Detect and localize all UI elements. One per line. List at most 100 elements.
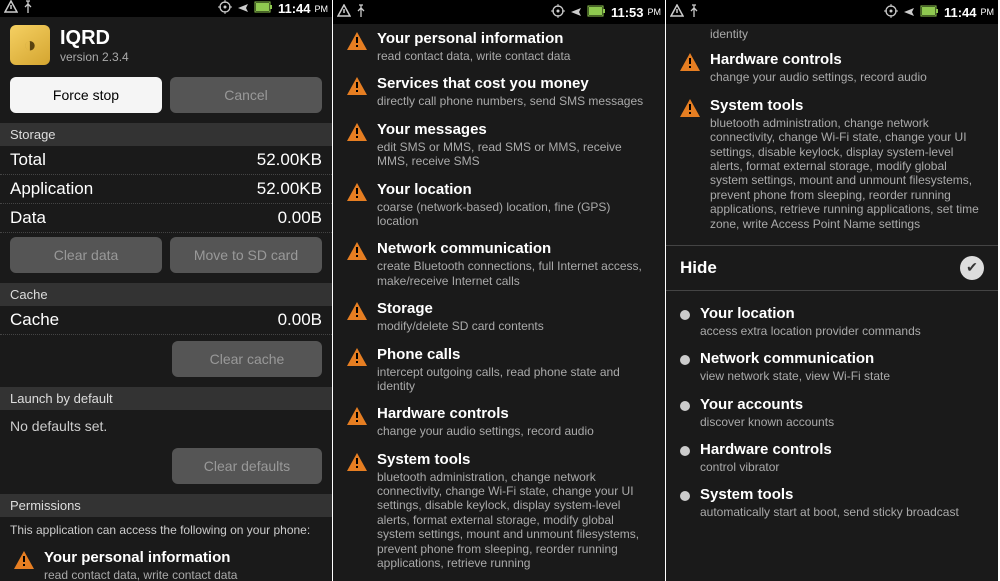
status-time: 11:44 — [944, 5, 977, 20]
status-ampm: PM — [315, 4, 329, 14]
permission-desc: change your audio settings, record audio — [710, 70, 988, 84]
storage-data-row: Data 0.00B — [0, 204, 332, 233]
permission-desc: intercept outgoing calls, read phone sta… — [377, 365, 655, 394]
battery-icon — [587, 5, 607, 20]
storage-total-row: Total 52.00KB — [0, 146, 332, 175]
permission-desc: modify/delete SD card contents — [377, 319, 655, 333]
status-time: 11:44 — [278, 1, 311, 16]
bullet-icon — [680, 355, 690, 365]
application-label: Application — [10, 179, 93, 199]
clear-cache-button: Clear cache — [172, 341, 322, 377]
permissions-scroll[interactable]: Your personal informationread contact da… — [333, 24, 665, 581]
permission-title: Your personal information — [377, 30, 655, 48]
permission-desc: change your audio settings, record audio — [377, 424, 655, 438]
status-ampm: PM — [648, 7, 662, 17]
cache-row: Cache 0.00B — [0, 306, 332, 335]
permission-item: Network communicationview network state,… — [666, 344, 998, 389]
gps-icon — [551, 4, 565, 21]
permission-item: Your personal information read contact d… — [0, 543, 332, 581]
permission-item: Your locationaccess extra location provi… — [666, 299, 998, 344]
status-bar: 11:53 PM — [333, 0, 665, 24]
cancel-button: Cancel — [170, 77, 322, 113]
screen-permissions-expanded: 11:44 PM identity Hardware controlschang… — [666, 0, 999, 581]
permission-title: Hardware controls — [700, 441, 988, 459]
cache-header: Cache — [0, 283, 332, 306]
screen-app-info: 11:44 PM ◑ IQRD version 2.3.4 Force stop… — [0, 0, 333, 581]
app-title: IQRD — [60, 27, 129, 50]
screen-permissions-list: 11:53 PM Your personal informationread c… — [333, 0, 666, 581]
usb-icon — [688, 4, 700, 21]
warning-icon — [347, 407, 367, 425]
permission-title: Your location — [377, 181, 655, 199]
warning-icon — [680, 53, 700, 71]
warning-icon — [14, 551, 34, 569]
notification-icon — [4, 0, 18, 17]
permission-item: Storagemodify/delete SD card contents — [333, 294, 665, 339]
storage-header: Storage — [0, 123, 332, 146]
permission-title: System tools — [700, 486, 988, 504]
permission-desc: create Bluetooth connections, full Inter… — [377, 259, 655, 288]
permission-title: Network communication — [377, 240, 655, 258]
usb-icon — [22, 0, 34, 17]
permissions-intro: This application can access the followin… — [0, 517, 332, 543]
clear-data-button: Clear data — [10, 237, 162, 273]
hide-toggle[interactable]: Hide ✔ — [666, 245, 998, 291]
airplane-icon — [902, 4, 916, 21]
permission-desc: read contact data, write contact data — [44, 568, 322, 581]
bullet-icon — [680, 401, 690, 411]
application-value: 52.00KB — [257, 179, 322, 199]
permissions-scroll[interactable]: identity Hardware controlschange your au… — [666, 24, 998, 581]
permission-item: Your locationcoarse (network-based) loca… — [333, 175, 665, 235]
usb-icon — [355, 4, 367, 21]
truncated-desc: identity — [666, 25, 998, 45]
move-sd-button: Move to SD card — [170, 237, 322, 273]
permission-title: Your personal information — [44, 549, 322, 567]
notification-icon — [670, 4, 684, 21]
permission-desc: discover known accounts — [700, 415, 988, 429]
airplane-icon — [569, 4, 583, 21]
permission-item: Hardware controlschange your audio setti… — [333, 399, 665, 444]
warning-icon — [347, 453, 367, 471]
no-defaults-text: No defaults set. — [0, 410, 332, 442]
permission-desc: access extra location provider commands — [700, 324, 988, 338]
total-value: 52.00KB — [257, 150, 322, 170]
warning-icon — [347, 32, 367, 50]
chevron-down-icon: ✔ — [960, 256, 984, 280]
permission-title: Hardware controls — [710, 51, 988, 69]
clear-defaults-button: Clear defaults — [172, 448, 322, 484]
data-label: Data — [10, 208, 46, 228]
bullet-icon — [680, 491, 690, 501]
permission-item: Hardware controlschange your audio setti… — [666, 45, 998, 90]
permission-desc: automatically start at boot, send sticky… — [700, 505, 988, 519]
total-label: Total — [10, 150, 46, 170]
cache-value: 0.00B — [278, 310, 322, 330]
warning-icon — [347, 123, 367, 141]
force-stop-button[interactable]: Force stop — [10, 77, 162, 113]
permission-title: Your messages — [377, 121, 655, 139]
warning-icon — [347, 348, 367, 366]
storage-application-row: Application 52.00KB — [0, 175, 332, 204]
warning-icon — [347, 242, 367, 260]
battery-icon — [254, 1, 274, 16]
app-header: ◑ IQRD version 2.3.4 — [0, 17, 332, 73]
permission-title: Network communication — [700, 350, 988, 368]
bullet-icon — [680, 446, 690, 456]
permission-title: Your accounts — [700, 396, 988, 414]
warning-icon — [347, 77, 367, 95]
permission-item: System toolsbluetooth administration, ch… — [666, 91, 998, 237]
status-ampm: PM — [981, 7, 995, 17]
permission-title: Storage — [377, 300, 655, 318]
permission-item: Your personal informationread contact da… — [333, 24, 665, 69]
permission-desc: coarse (network-based) location, fine (G… — [377, 200, 655, 229]
permission-title: Services that cost you money — [377, 75, 655, 93]
permission-item: Network communicationcreate Bluetooth co… — [333, 234, 665, 294]
permission-title: Your location — [700, 305, 988, 323]
permissions-header: Permissions — [0, 494, 332, 517]
battery-icon — [920, 5, 940, 20]
app-icon: ◑ — [10, 25, 50, 65]
warning-icon — [347, 183, 367, 201]
permission-title: System tools — [710, 97, 988, 115]
permission-desc: directly call phone numbers, send SMS me… — [377, 94, 655, 108]
launch-header: Launch by default — [0, 387, 332, 410]
permission-desc: bluetooth administration, change network… — [710, 116, 988, 231]
